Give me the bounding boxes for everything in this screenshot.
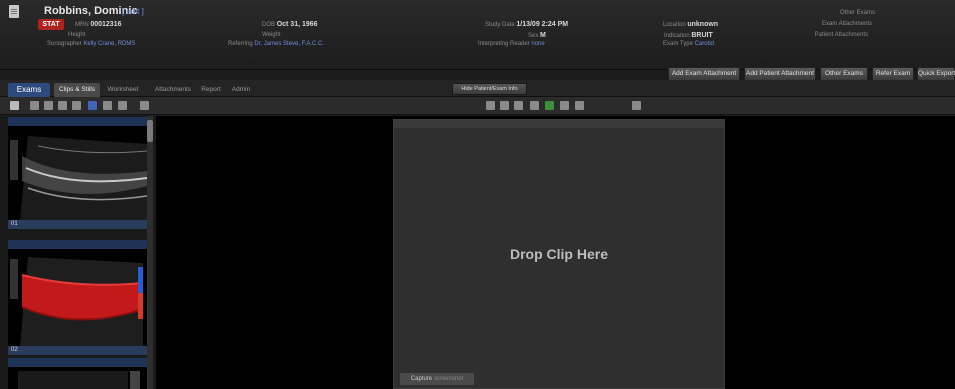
exam-viewer-app: Robbins, Dominic [ edit ] STAT MRN 00012…: [0, 0, 955, 389]
interpreting-value[interactable]: none: [531, 41, 544, 47]
add-exam-attachment-button[interactable]: Add Exam Attachment: [668, 67, 740, 81]
play-icon[interactable]: [545, 101, 554, 110]
dob-field: DOB Oct 31, 1966: [262, 21, 318, 28]
interpreting-field: Interpreting Reader none: [478, 41, 545, 47]
measure-icon[interactable]: [118, 101, 127, 110]
tab-bar: Exams Clips & Stills Worksheet Attachmen…: [0, 80, 955, 97]
action-bar: Add Exam Attachment Add Patient Attachme…: [0, 60, 955, 82]
quick-export-button[interactable]: Quick Export: [917, 67, 955, 81]
interpreting-label: Interpreting Reader: [478, 41, 530, 47]
sex-value: M: [540, 32, 546, 39]
height-label: Height: [68, 32, 86, 38]
exam-type-label: Exam Type: [663, 41, 693, 47]
add-patient-attachment-button[interactable]: Add Patient Attachment: [744, 67, 816, 81]
thumbnail-clip-01[interactable]: [8, 117, 147, 220]
location-label: Location: [663, 22, 686, 28]
viewer-toolbar: [0, 97, 955, 115]
refer-exam-button[interactable]: Refer Exam: [872, 67, 914, 81]
tab-exams[interactable]: Exams: [8, 83, 50, 97]
sex-label: Sex: [528, 33, 539, 39]
refresh-icon[interactable]: [10, 101, 19, 110]
study-date-field: Study Date 1/13/09 2:24 PM: [485, 21, 568, 28]
hide-patient-info-button[interactable]: Hide Patient/Exam Info: [452, 83, 527, 95]
patient-attachments-label[interactable]: Patient Attachments: [800, 32, 868, 38]
location-field: Location unknown: [663, 21, 718, 28]
grid-1x1-icon[interactable]: [44, 101, 53, 110]
location-value: unknown: [687, 21, 719, 28]
ultrasound-image: [8, 126, 147, 220]
layout-icon[interactable]: [103, 101, 112, 110]
indication-label: Indication: [664, 33, 690, 39]
grid-active-icon[interactable]: [88, 101, 97, 110]
spectral-image: [8, 367, 147, 389]
tab-report[interactable]: Report: [198, 83, 224, 97]
study-date-label: Study Date: [485, 22, 515, 28]
doppler-image: [8, 249, 147, 346]
capture-sub: screenshot: [433, 376, 464, 382]
study-date-value: 1/13/09 2:24 PM: [516, 21, 569, 28]
referring-field: Referring Dr. James Steve, F.A.C.C.: [228, 41, 324, 47]
indication-value: BRUIT: [691, 32, 713, 39]
stat-badge: STAT: [38, 19, 64, 30]
thumbnail-label: 02: [8, 346, 147, 355]
exam-type-value[interactable]: Carotid: [695, 41, 714, 47]
settings-icon[interactable]: [140, 101, 149, 110]
dob-label: DOB: [262, 22, 276, 28]
list-icon[interactable]: [500, 101, 509, 110]
thumbnail-header: [8, 240, 147, 249]
volume-icon[interactable]: [575, 101, 584, 110]
sonographer-value[interactable]: Kelly Crane, RDMS: [83, 41, 135, 47]
thumbnail-clip-02[interactable]: [8, 240, 147, 346]
mrn-field: MRN 00012316: [75, 21, 122, 28]
other-exams-button[interactable]: Other Exams: [820, 67, 868, 81]
thumbnail-header: [8, 358, 147, 367]
drop-zone[interactable]: Drop Clip Here: [393, 119, 725, 389]
mrn-label: MRN: [75, 22, 89, 28]
tab-admin[interactable]: Admin: [228, 83, 254, 97]
thumbnail-header: [8, 117, 147, 126]
tab-attachments[interactable]: Attachments: [150, 83, 196, 97]
exam-attachments-label[interactable]: Exam Attachments: [800, 21, 872, 27]
tab-clips-stills[interactable]: Clips & Stills: [54, 83, 100, 97]
referring-value[interactable]: Dr. James Steve, F.A.C.C.: [254, 41, 324, 47]
other-exams-label[interactable]: Other Exams: [800, 10, 875, 16]
weight-label: Weight: [262, 32, 281, 38]
prev-frame-icon[interactable]: [530, 101, 539, 110]
sonographer-label: Sonographer: [47, 41, 82, 47]
document-icon[interactable]: [9, 5, 19, 18]
grid-1x2-icon[interactable]: [58, 101, 67, 110]
zoom-icon[interactable]: [632, 101, 641, 110]
scrollbar-thumb[interactable]: [147, 120, 153, 142]
sex-field: Sex M: [528, 32, 546, 39]
drop-zone-header: [394, 120, 724, 128]
mrn-value: 00012316: [90, 21, 122, 28]
next-frame-icon[interactable]: [560, 101, 569, 110]
thumbnail-clip-03[interactable]: [8, 358, 147, 389]
edit-link[interactable]: [ edit ]: [122, 7, 144, 16]
drop-zone-text: Drop Clip Here: [509, 246, 608, 262]
exam-type-field: Exam Type Carotid: [663, 41, 714, 47]
thumbnail-panel: 01 02: [0, 116, 155, 389]
indication-field: Indication BRUIT: [664, 32, 713, 39]
save-icon[interactable]: [486, 101, 495, 110]
tab-worksheet[interactable]: Worksheet: [104, 83, 142, 97]
sonographer-field: Sonographer Kelly Crane, RDMS: [47, 41, 135, 47]
capture-label: Capture: [410, 376, 433, 382]
grid-2x2-icon[interactable]: [72, 101, 81, 110]
thumbnail-scrollbar[interactable]: [147, 116, 153, 389]
grid-3x3-icon[interactable]: [30, 101, 39, 110]
compare-icon[interactable]: [514, 101, 523, 110]
dob-value: Oct 31, 1966: [276, 21, 318, 28]
referring-label: Referring: [228, 41, 253, 47]
thumbnail-label: 01: [8, 220, 147, 229]
capture-screenshot-button[interactable]: Capture screenshot: [400, 373, 474, 385]
